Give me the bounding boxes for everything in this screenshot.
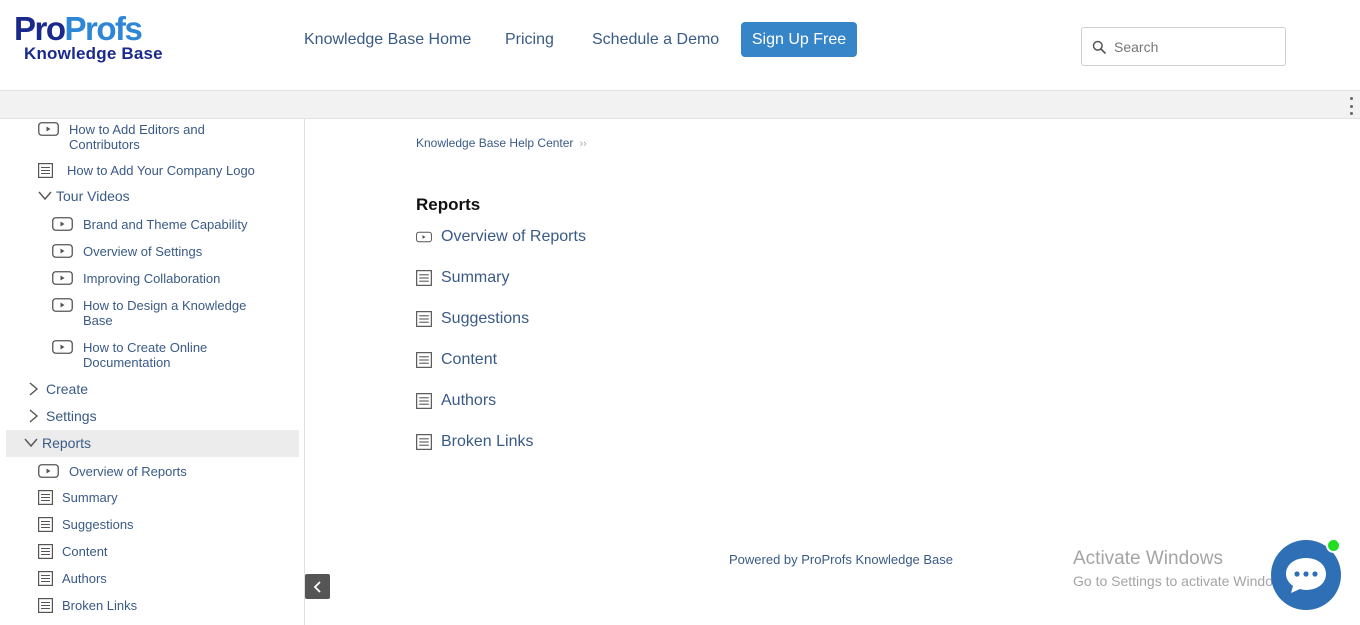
search-input[interactable] (1114, 38, 1274, 55)
sidebar-item-improving-collaboration[interactable]: Improving Collaboration (52, 271, 220, 286)
document-icon (38, 544, 53, 559)
sidebar-item-content[interactable]: Content (38, 544, 108, 559)
nav-pricing[interactable]: Pricing (505, 31, 554, 49)
video-icon (52, 244, 73, 258)
sidebar-item-overview-reports[interactable]: Overview of Reports (38, 464, 187, 479)
sidebar-item-broken-links[interactable]: Broken Links (38, 598, 137, 613)
sidebar-item-label: How to Add Your Company Logo (67, 163, 255, 178)
video-icon (52, 340, 73, 354)
video-icon (38, 122, 59, 136)
sidebar-item-add-editors[interactable]: How to Add Editors and Contributors (38, 122, 239, 152)
powered-by-link[interactable]: Powered by ProProfs Knowledge Base (729, 552, 953, 567)
proprofs-logo[interactable]: ProProfs Knowledge Base (14, 12, 174, 66)
sidebar-item-label: Create (46, 381, 89, 397)
article-link-label: Overview of Reports (441, 228, 586, 245)
document-icon (38, 490, 53, 505)
header: ProProfs Knowledge Base Knowledge Base H… (0, 0, 1360, 91)
breadcrumb-separator: ›› (579, 138, 587, 150)
sidebar-item-label: Tour Videos (56, 188, 130, 204)
sidebar-item-label: How to Add Editors and Contributors (69, 122, 205, 152)
document-icon (38, 163, 53, 178)
sidebar-nav: How to Add Editors and Contributors How … (0, 119, 305, 625)
article-link-label: Summary (441, 269, 510, 286)
document-icon (416, 352, 432, 368)
video-icon (52, 217, 73, 231)
sidebar-folder-settings[interactable]: Settings (26, 408, 97, 424)
logo-profs-text: Profs (64, 10, 143, 47)
document-icon (38, 571, 53, 586)
document-icon (38, 517, 53, 532)
breadcrumb[interactable]: Knowledge Base Help Center ›› (416, 136, 587, 150)
chevron-right-icon (29, 382, 39, 396)
chevron-left-icon (313, 580, 321, 593)
sidebar-item-label: Brand and Theme Capability (83, 217, 248, 232)
logo-subtitle: Knowledge Base (24, 44, 163, 63)
watermark-subtitle: Go to Settings to activate Windows. (1073, 573, 1294, 589)
logo-wordmark: ProProfs (14, 12, 174, 45)
article-link-authors[interactable]: Authors (416, 392, 496, 410)
collapse-sidebar-button[interactable] (305, 574, 330, 599)
sidebar-item-label: Content (62, 544, 108, 559)
sidebar-item-label: How to Design a Knowledge Base (83, 298, 247, 328)
video-icon (52, 298, 73, 312)
search-box[interactable] (1081, 27, 1286, 66)
sidebar-item-design-knowledge-base[interactable]: How to Design a Knowledge Base (52, 298, 258, 328)
sidebar-item-authors[interactable]: Authors (38, 571, 107, 586)
document-icon (416, 393, 432, 409)
article-link-summary[interactable]: Summary (416, 269, 509, 287)
sidebar-item-label: Reports (42, 435, 92, 451)
section-title: Reports (416, 195, 481, 214)
nav-schedule-demo[interactable]: Schedule a Demo (592, 31, 719, 49)
chevron-down-icon (38, 191, 52, 201)
article-link-broken-links[interactable]: Broken Links (416, 433, 534, 451)
document-icon (416, 311, 432, 327)
document-icon (38, 598, 53, 613)
sidebar-item-label: How to Create Online Documentation (83, 340, 208, 370)
sidebar-item-label: Broken Links (62, 598, 138, 613)
sidebar-item-label: Overview of Reports (69, 464, 187, 479)
breadcrumb-link[interactable]: Knowledge Base Help Center (416, 136, 573, 150)
windows-activation-watermark: Activate Windows Go to Settings to activ… (1073, 548, 1294, 592)
sidebar-item-brand-theme[interactable]: Brand and Theme Capability (52, 217, 248, 232)
sidebar-folder-reports[interactable]: Reports (24, 435, 91, 451)
sidebar-item-label: Improving Collaboration (83, 271, 221, 286)
nav-knowledge-base-home[interactable]: Knowledge Base Home (304, 31, 471, 49)
watermark-title: Activate Windows (1073, 548, 1223, 569)
more-options-icon[interactable] (1348, 97, 1354, 115)
article-link-label: Authors (441, 392, 497, 409)
sidebar-folder-create[interactable]: Create (26, 381, 88, 397)
sidebar-item-suggestions[interactable]: Suggestions (38, 517, 134, 532)
sidebar-item-label: Authors (62, 571, 107, 586)
article-link-label: Suggestions (441, 310, 530, 327)
sidebar-item-label: Settings (46, 408, 97, 424)
document-icon (416, 270, 432, 286)
document-icon (416, 434, 432, 450)
chevron-down-icon (24, 438, 38, 448)
sidebar-item-overview-settings[interactable]: Overview of Settings (52, 244, 202, 259)
article-link-label: Broken Links (441, 433, 534, 450)
sidebar-item-online-documentation[interactable]: How to Create Online Documentation (52, 340, 233, 370)
sign-up-button[interactable]: Sign Up Free (741, 22, 857, 57)
article-link-suggestions[interactable]: Suggestions (416, 310, 529, 328)
article-link-label: Content (441, 351, 498, 368)
chat-bubble-icon (1286, 558, 1326, 593)
sidebar-item-label: Overview of Settings (83, 244, 203, 259)
video-icon (52, 271, 73, 285)
video-icon (38, 464, 59, 478)
online-status-indicator (1326, 538, 1341, 553)
sidebar-item-label: Suggestions (62, 517, 134, 532)
sidebar-item-label: Summary (62, 490, 118, 505)
toolbar-strip (0, 91, 1360, 119)
article-link-content[interactable]: Content (416, 351, 497, 369)
article-link-overview-reports[interactable]: Overview of Reports (416, 228, 586, 246)
logo-pro-text: Pro (14, 10, 66, 47)
sidebar-folder-tour-videos[interactable]: Tour Videos (38, 188, 130, 204)
sidebar-item-summary[interactable]: Summary (38, 490, 118, 505)
video-icon (416, 231, 432, 243)
chevron-right-icon (29, 409, 39, 423)
sidebar-item-company-logo[interactable]: How to Add Your Company Logo (38, 163, 255, 178)
search-icon (1092, 40, 1106, 54)
